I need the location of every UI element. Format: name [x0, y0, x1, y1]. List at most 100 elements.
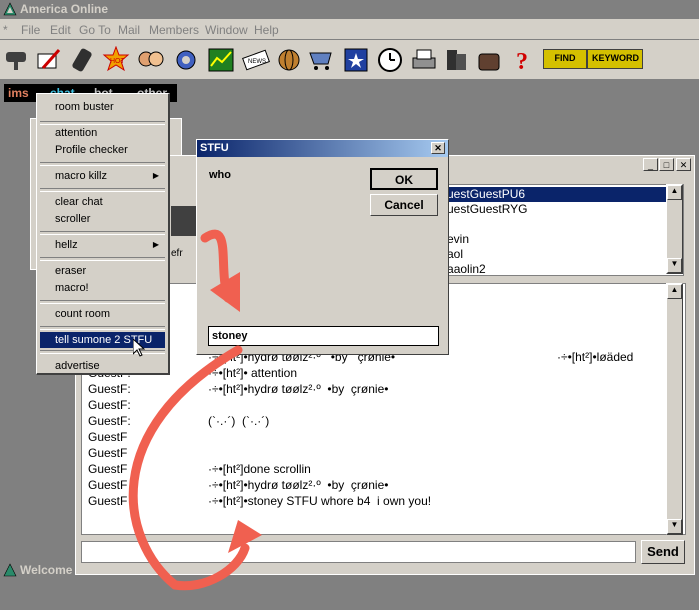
chat-line: GuestF	[82, 446, 685, 462]
menu-bar: * File Edit Go To Mail Members Window He…	[0, 19, 699, 40]
menu-item-label: macro killz	[55, 170, 107, 182]
menu-item-eraser[interactable]: eraser	[40, 263, 165, 279]
scroll-down-icon[interactable]: ▼	[667, 519, 682, 534]
menu-goto[interactable]: Go To	[79, 23, 111, 37]
menu-item-profile-checker[interactable]: Profile checker	[40, 142, 165, 158]
chat-input[interactable]	[81, 541, 636, 563]
menu-window[interactable]: Window	[205, 23, 248, 37]
handshake-icon[interactable]	[2, 46, 30, 74]
menu-item-scroller[interactable]: scroller	[40, 211, 165, 227]
svg-text:NEWS: NEWS	[248, 59, 266, 65]
mouse-cursor-icon	[133, 339, 145, 357]
list-item[interactable]: aaolin2	[447, 262, 486, 275]
close-icon[interactable]: ✕	[431, 142, 445, 154]
menu-separator	[40, 326, 165, 330]
menu-item-advertise[interactable]: advertise	[40, 358, 165, 374]
chat-line-sender: GuestF	[88, 494, 128, 508]
list-item[interactable]: evin	[447, 232, 469, 247]
menu-item-clear-chat[interactable]: clear chat	[40, 194, 165, 210]
dialog-prompt: who	[209, 169, 231, 181]
gear-icon[interactable]	[172, 46, 200, 74]
welcome-window-tab[interactable]: Welcome	[0, 560, 72, 580]
chat-line-sender: GuestF	[88, 462, 128, 476]
submenu-arrow-icon: ▶	[152, 240, 159, 249]
ok-button[interactable]: OK	[370, 168, 438, 190]
printer-icon[interactable]	[410, 46, 438, 74]
tab-ims[interactable]: ims	[8, 86, 29, 100]
chart-icon[interactable]	[207, 46, 235, 74]
find-button[interactable]: FIND	[543, 49, 587, 69]
list-item[interactable]: aol	[447, 247, 463, 262]
app-title-bar: America Online	[0, 0, 699, 19]
app-title: America Online	[20, 2, 109, 16]
dialog-title: STFU	[200, 142, 229, 154]
menu-mail[interactable]: Mail	[118, 23, 140, 37]
submenu-arrow-icon: ▶	[152, 171, 159, 180]
chat-line: GuestF:	[82, 398, 685, 414]
chat-line-sender: GuestF	[88, 430, 128, 444]
scroll-up-icon[interactable]: ▲	[667, 185, 682, 200]
menu-item-label: hellz	[55, 239, 78, 251]
chat-line: GuestF ·÷•[ht²]done scrollin	[82, 462, 685, 478]
menu-members[interactable]: Members	[149, 23, 199, 37]
people-list[interactable]: uestGuestPU6 uestGuestRYG evin aol aaoli…	[444, 184, 684, 276]
menu-system-icon[interactable]: *	[3, 23, 8, 37]
scroll-up-icon[interactable]: ▲	[667, 284, 682, 299]
menu-item-count-room[interactable]: count room	[40, 306, 165, 322]
menu-item-label: Profile checker	[55, 144, 128, 156]
menu-item-tell-sumone-2-stfu[interactable]: tell sumone 2 STFU	[40, 332, 165, 348]
menu-item-macro-killz[interactable]: macro killz ▶	[40, 168, 165, 184]
people-scrollbar[interactable]: ▲ ▼	[666, 184, 683, 274]
chat-line-message: ·÷•[ht²]done scrollin	[208, 462, 311, 476]
menu-item-label: room buster	[55, 101, 114, 113]
menu-item-macro[interactable]: macro!	[40, 280, 165, 296]
chat-line-message: ·÷•[ht²]•hydrø tøølz²·º •by çrønie•	[208, 478, 389, 492]
cart-icon[interactable]	[307, 46, 335, 74]
menu-separator	[40, 350, 165, 354]
menu-separator	[40, 300, 165, 304]
paw-icon[interactable]	[475, 46, 503, 74]
chat-log-scrollbar[interactable]: ▲ ▼	[666, 283, 683, 535]
chat-line-sender: GuestF	[88, 478, 128, 492]
maximize-button[interactable]: □	[659, 158, 674, 171]
list-item[interactable]: uestGuestRYG	[447, 202, 528, 217]
globe-icon[interactable]	[275, 46, 303, 74]
close-button[interactable]: ✕	[676, 158, 691, 171]
menu-file[interactable]: File	[21, 23, 40, 37]
chat-line-sender: GuestF	[88, 446, 128, 460]
pen-icon[interactable]	[35, 46, 63, 74]
keyword-button[interactable]: KEYWORD	[587, 49, 643, 69]
menu-item-label: count room	[55, 308, 111, 320]
menu-separator	[40, 188, 165, 192]
phone-icon[interactable]	[68, 46, 96, 74]
chat-line-message: ·÷•[ht²]• attention	[208, 366, 298, 380]
send-button[interactable]: Send	[641, 540, 685, 564]
chat-line: GuestF ·÷•[ht²]•stoney STFU whore b4 i ow…	[82, 494, 685, 510]
who-input[interactable]: stoney	[208, 326, 439, 346]
news-icon[interactable]: NEWS	[242, 46, 270, 74]
menu-item-attention[interactable]: attention	[40, 125, 165, 141]
menu-help[interactable]: Help	[254, 23, 279, 37]
minimize-button[interactable]: _	[643, 158, 658, 171]
chat-line-message: (`·.·´) (`·.·´)	[208, 414, 270, 428]
list-item[interactable]: uestGuestPU6	[447, 187, 667, 202]
clock-icon[interactable]	[376, 46, 404, 74]
help-icon[interactable]: ?	[509, 46, 537, 74]
menu-item-hellz[interactable]: hellz ▶	[40, 237, 165, 253]
menu-separator	[40, 257, 165, 261]
aol-logo-icon	[3, 2, 17, 16]
chat-line: GuestF ·÷•[ht²]•hydrø tøølz²·º •by çrønie…	[82, 478, 685, 494]
dialog-titlebar: STFU ✕	[197, 140, 448, 157]
stfu-dialog: STFU ✕ who OK Cancel stoney	[196, 139, 449, 355]
scroll-down-icon[interactable]: ▼	[667, 258, 682, 273]
people-icon[interactable]	[137, 46, 165, 74]
menu-item-room-buster[interactable]: room buster	[40, 99, 165, 115]
menu-edit[interactable]: Edit	[50, 23, 71, 37]
chat-line-sender: GuestF:	[88, 398, 131, 412]
hot-icon[interactable]: HOT	[102, 46, 130, 74]
cancel-button[interactable]: Cancel	[370, 194, 438, 216]
calendar-icon[interactable]	[342, 46, 370, 74]
files-icon[interactable]	[442, 46, 470, 74]
svg-text:HOT: HOT	[110, 58, 126, 65]
chat-line-extra: ·÷•[ht²]•løäded	[557, 350, 634, 364]
